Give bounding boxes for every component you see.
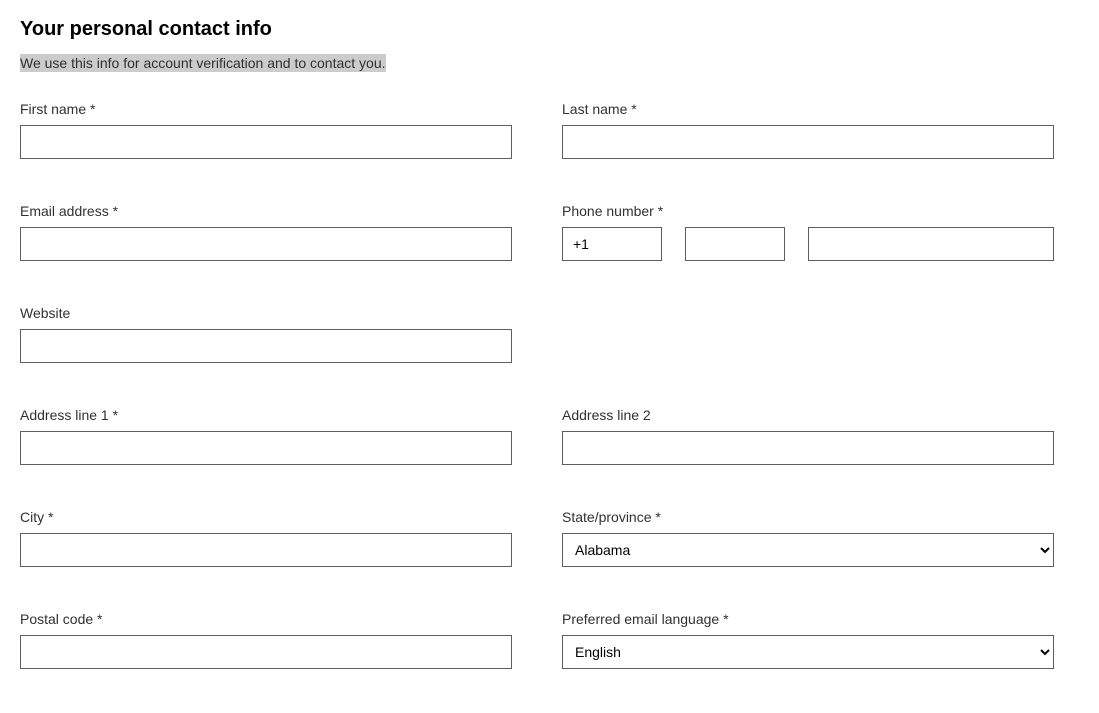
city-label: City *: [20, 509, 512, 525]
address2-group: Address line 2: [562, 407, 1054, 465]
first-name-group: First name *: [20, 101, 512, 159]
last-name-input[interactable]: [562, 125, 1054, 159]
state-label: State/province *: [562, 509, 1054, 525]
website-label: Website: [20, 305, 512, 321]
page-title: Your personal contact info: [20, 18, 1079, 41]
language-group: Preferred email language * English: [562, 611, 1054, 669]
phone-country-input[interactable]: [562, 227, 662, 261]
city-group: City *: [20, 509, 512, 567]
state-select[interactable]: Alabama: [562, 533, 1054, 567]
website-group: Website: [20, 305, 512, 363]
email-label: Email address *: [20, 203, 512, 219]
city-input[interactable]: [20, 533, 512, 567]
last-name-group: Last name *: [562, 101, 1054, 159]
address1-group: Address line 1 *: [20, 407, 512, 465]
page-subtitle: We use this info for account verificatio…: [20, 54, 386, 72]
last-name-label: Last name *: [562, 101, 1054, 117]
postal-label: Postal code *: [20, 611, 512, 627]
state-group: State/province * Alabama: [562, 509, 1054, 567]
phone-group: Phone number *: [562, 203, 1054, 261]
postal-group: Postal code *: [20, 611, 512, 669]
address1-input[interactable]: [20, 431, 512, 465]
phone-label: Phone number *: [562, 203, 1054, 219]
first-name-label: First name *: [20, 101, 512, 117]
address1-label: Address line 1 *: [20, 407, 512, 423]
phone-area-input[interactable]: [685, 227, 785, 261]
first-name-input[interactable]: [20, 125, 512, 159]
email-group: Email address *: [20, 203, 512, 261]
language-label: Preferred email language *: [562, 611, 1054, 627]
postal-input[interactable]: [20, 635, 512, 669]
email-input[interactable]: [20, 227, 512, 261]
website-input[interactable]: [20, 329, 512, 363]
address2-input[interactable]: [562, 431, 1054, 465]
address2-label: Address line 2: [562, 407, 1054, 423]
phone-number-input[interactable]: [808, 227, 1054, 261]
language-select[interactable]: English: [562, 635, 1054, 669]
